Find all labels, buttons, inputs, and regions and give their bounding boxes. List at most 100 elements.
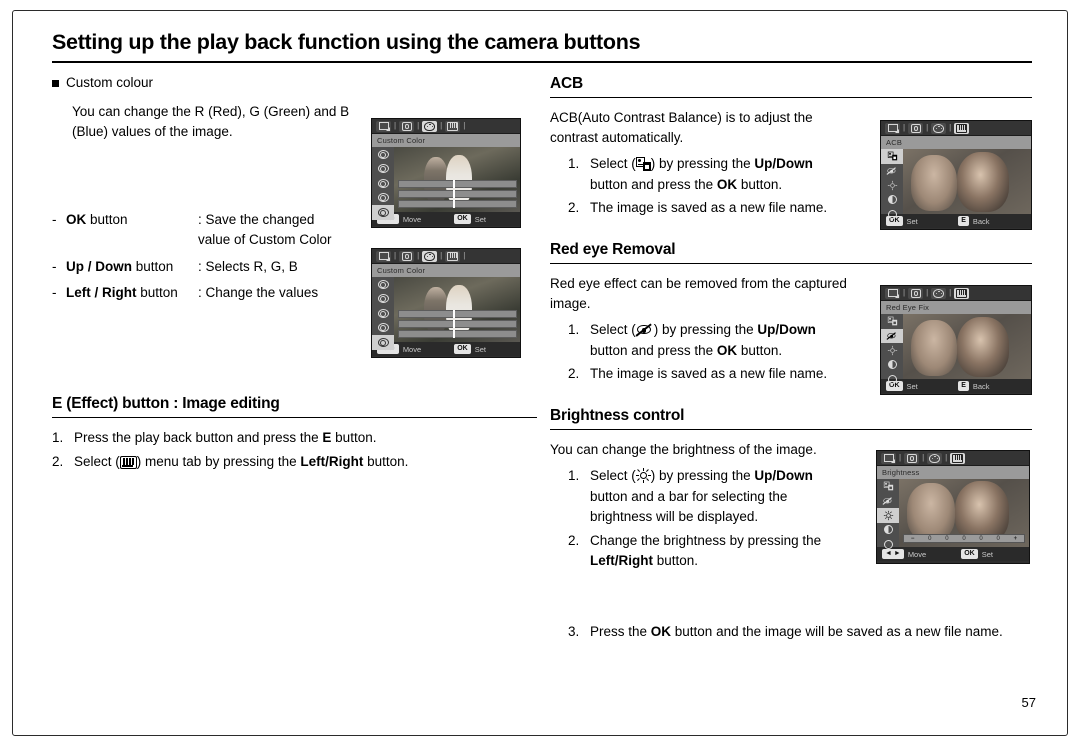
side-option-red-eye[interactable] xyxy=(881,328,903,343)
side-option-contrast[interactable] xyxy=(881,358,903,373)
side-option-saturation[interactable] xyxy=(877,537,899,552)
side-option-contrast[interactable] xyxy=(881,193,903,208)
side-option-acb[interactable] xyxy=(881,149,903,164)
tab-separator: | xyxy=(394,121,397,130)
tab-face[interactable] xyxy=(908,122,924,134)
lcd-tab-bar[interactable]: | | | xyxy=(877,451,1029,466)
side-option-contrast[interactable] xyxy=(877,523,899,538)
rgb-slider-group[interactable] xyxy=(398,180,517,210)
tab-color[interactable] xyxy=(931,122,947,134)
side-option-saturation[interactable] xyxy=(881,207,903,222)
definition-term: Up / Down button xyxy=(66,257,198,277)
step-text: The image is saved as a new file name. xyxy=(590,366,828,382)
tab-resize[interactable] xyxy=(376,250,391,262)
acb-paragraph: ACB(Auto Contrast Balance) is to adjust … xyxy=(550,109,813,145)
tab-separator: | xyxy=(949,288,952,297)
lcd-sidebar[interactable] xyxy=(877,479,899,549)
slider-r[interactable] xyxy=(398,310,517,318)
tab-separator: | xyxy=(440,121,443,130)
tab-resize[interactable] xyxy=(885,122,900,134)
step-text-bold: OK xyxy=(650,624,672,639)
color-circle-icon xyxy=(377,323,389,333)
tab-resize[interactable] xyxy=(881,452,896,464)
tab-color[interactable] xyxy=(927,452,943,464)
lcd-tab-bar[interactable]: | | | xyxy=(881,286,1031,301)
lcd-tab-bar[interactable]: | | | | xyxy=(372,119,520,134)
side-option-brightness[interactable] xyxy=(881,343,903,358)
side-option-1[interactable] xyxy=(372,292,394,307)
step-number: 3. xyxy=(568,624,580,639)
tab-color[interactable] xyxy=(422,120,438,132)
slider-g[interactable] xyxy=(398,320,517,328)
side-option-acb[interactable] xyxy=(877,479,899,494)
ok-button[interactable]: OK xyxy=(454,214,471,224)
side-option-4[interactable] xyxy=(372,205,394,220)
side-option-0[interactable] xyxy=(372,277,394,292)
tab-color[interactable] xyxy=(931,287,947,299)
rgb-slider-group[interactable] xyxy=(398,310,517,340)
side-option-brightness[interactable] xyxy=(881,178,903,193)
slider-b[interactable] xyxy=(398,200,517,208)
step-text-pre: Change the brightness by pressing the xyxy=(590,532,822,548)
side-option-brightness[interactable] xyxy=(877,508,899,523)
side-option-3[interactable] xyxy=(372,191,394,206)
brightness-slider-bar[interactable]: − 0 0 0 0 0 + xyxy=(903,534,1025,543)
tab-separator: | xyxy=(903,123,906,132)
tab-resize[interactable] xyxy=(376,120,391,132)
lcd-tab-bar[interactable]: | | | xyxy=(881,121,1031,136)
saturation-icon xyxy=(887,374,897,384)
color-circle-icon xyxy=(377,193,389,203)
red-eye-icon xyxy=(886,331,897,340)
step-number: 1. xyxy=(568,322,580,338)
side-option-0[interactable] xyxy=(372,147,394,162)
side-option-acb[interactable] xyxy=(881,314,903,329)
tab-edit[interactable] xyxy=(445,250,461,262)
side-option-4[interactable] xyxy=(372,335,394,350)
ok-button[interactable]: OK xyxy=(454,344,471,354)
bar-tick: 0 xyxy=(962,535,966,542)
back-label: Back xyxy=(972,381,990,391)
side-option-3[interactable] xyxy=(372,321,394,336)
dash-marker: - xyxy=(52,258,57,274)
tab-edit[interactable] xyxy=(445,120,461,132)
tab-face[interactable] xyxy=(904,452,920,464)
red-eye-icon xyxy=(886,166,897,175)
step-text-pre: Press the play back button and press the xyxy=(74,430,323,446)
slider-b[interactable] xyxy=(398,330,517,338)
tab-color[interactable] xyxy=(422,250,438,262)
tab-edit[interactable] xyxy=(954,122,970,134)
side-option-red-eye[interactable] xyxy=(881,164,903,179)
step-text: Press the OK button and the image will b… xyxy=(590,622,1080,643)
step-text-post: button. xyxy=(331,430,377,446)
side-option-red-eye[interactable] xyxy=(877,494,899,509)
lcd-tab-bar[interactable]: | | | | xyxy=(372,249,520,264)
tab-face[interactable] xyxy=(399,120,415,132)
lcd-sidebar[interactable] xyxy=(881,314,903,384)
side-option-2[interactable] xyxy=(372,306,394,321)
step-text-pre: Select ( xyxy=(74,453,120,469)
list-item: 2. Change the brightness by pressing the… xyxy=(568,531,858,572)
back-button[interactable]: E xyxy=(958,381,969,391)
nav-label: Move xyxy=(907,549,927,559)
definition-term: OK button xyxy=(66,210,198,230)
slider-g[interactable] xyxy=(398,190,517,198)
side-option-2[interactable] xyxy=(372,176,394,191)
lcd-sidebar[interactable] xyxy=(372,277,394,350)
back-button[interactable]: E xyxy=(958,216,969,226)
tab-face[interactable] xyxy=(908,287,924,299)
lcd-sidebar[interactable] xyxy=(881,149,903,219)
side-option-saturation[interactable] xyxy=(881,372,903,387)
tab-face[interactable] xyxy=(399,250,415,262)
red-eye-icon xyxy=(635,323,654,337)
ok-button[interactable]: OK xyxy=(961,549,978,559)
list-item: 1. Select () by pressing the Up/Down butt… xyxy=(568,320,868,361)
lcd-sidebar[interactable] xyxy=(372,147,394,220)
tab-edit[interactable] xyxy=(954,287,970,299)
tab-resize[interactable] xyxy=(885,287,900,299)
side-option-1[interactable] xyxy=(372,162,394,177)
tab-edit[interactable] xyxy=(950,452,966,464)
title-divider xyxy=(52,60,1032,63)
slider-r[interactable] xyxy=(398,180,517,188)
dash-marker: - xyxy=(52,212,57,228)
page-number: 57 xyxy=(1021,695,1036,710)
